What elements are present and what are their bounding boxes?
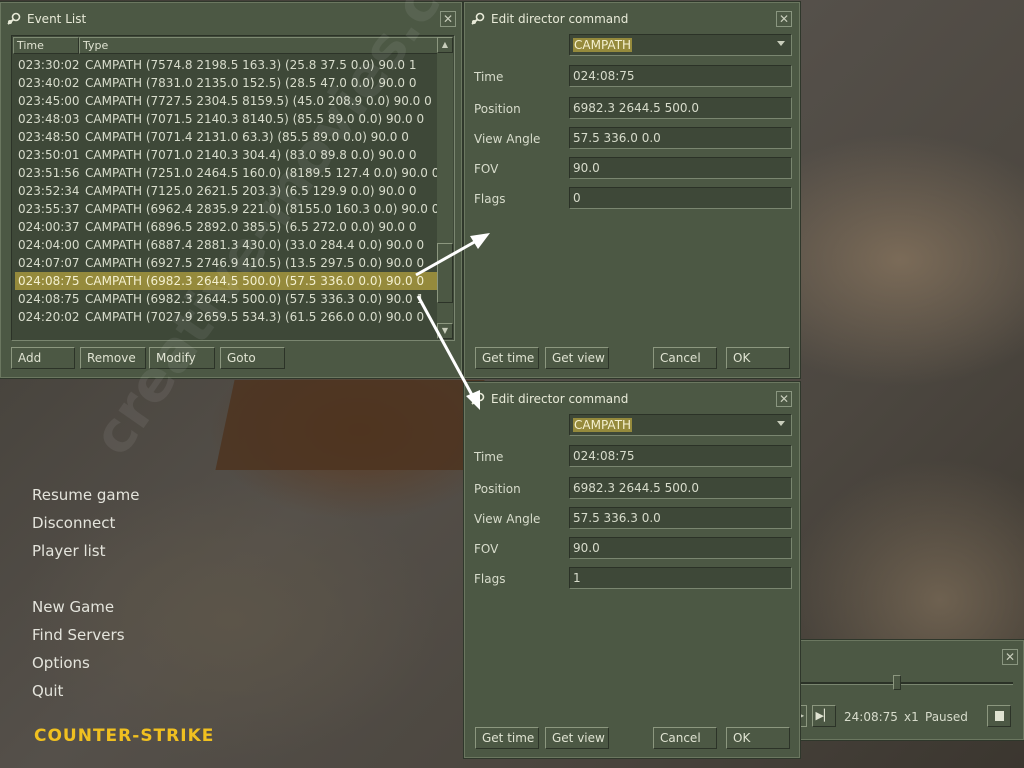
arrow-to-dialog-1 [415, 238, 479, 277]
arrow-head-2 [466, 390, 480, 410]
annotation-arrows [415, 233, 490, 410]
arrow-to-dialog-2 [416, 295, 474, 396]
arrow-head-1 [470, 233, 490, 249]
